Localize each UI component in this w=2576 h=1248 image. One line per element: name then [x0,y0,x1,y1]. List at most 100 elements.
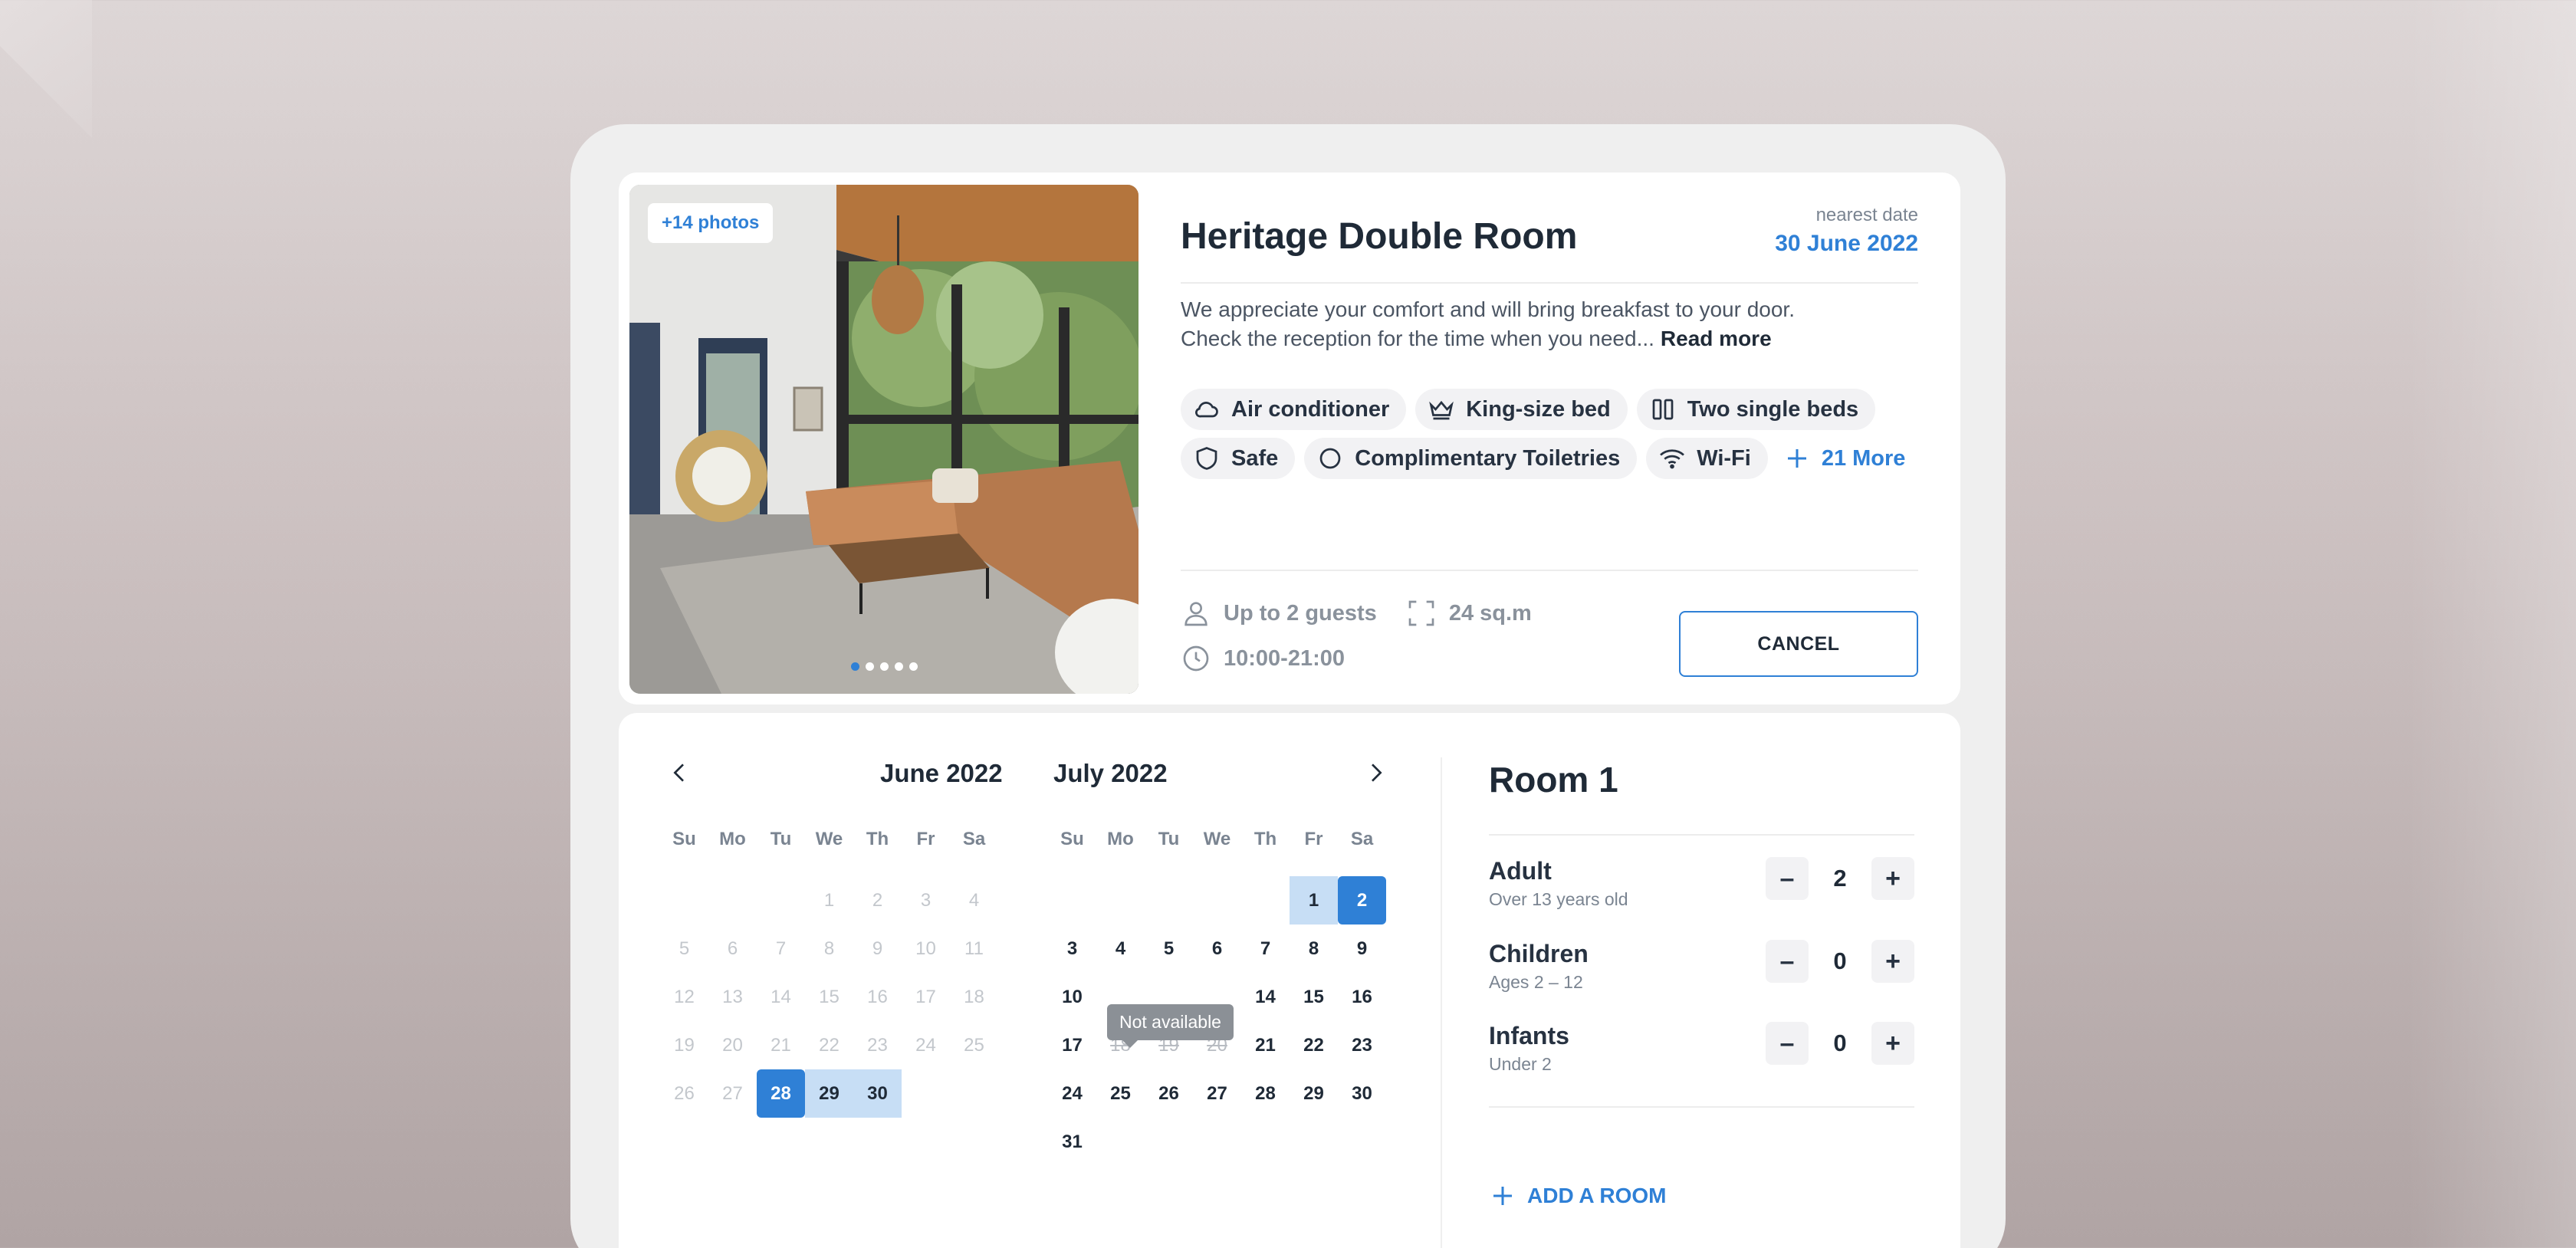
calendar-day: 6 [727,938,738,959]
calendar-day: 14 [770,986,791,1007]
user-icon [1184,602,1208,626]
weekday-label: Sa [962,829,986,849]
calendar-day[interactable]: 6 [1193,925,1241,973]
amenity-toiletries: Complimentary Toiletries [1304,438,1638,479]
next-month-button[interactable] [1359,756,1392,790]
more-amenities-link[interactable]: 21 More [1777,438,1923,479]
calendar-day[interactable]: 22 [1290,1021,1338,1069]
beds-icon [1652,399,1674,420]
capacity-info: Up to 2 guests 24 sq.m [1181,598,1532,629]
month-title-july: July 2022 [1053,759,1168,787]
divider [1181,570,1918,571]
calendar-day[interactable]: 29 [805,1069,853,1118]
guest-count: 2 [1833,865,1847,892]
nearest-date: 30 June 2022 [1775,231,1918,256]
increment-button[interactable]: + [1871,1022,1914,1065]
calendar-day: 5 [678,938,690,959]
photo-count-badge[interactable]: +14 photos [648,203,774,243]
calendar-day[interactable]: 30 [853,1069,902,1118]
amenity-label: Two single beds [1687,396,1859,422]
decrement-button[interactable]: – [1766,1022,1809,1065]
calendar-day: 19 [674,1034,695,1056]
room-card: +14 photos Heritage Double Room nearest … [619,172,1960,704]
room-title: Heritage Double Room [1181,216,1578,257]
room-info: Heritage Double Room nearest date 30 Jun… [1181,172,1918,704]
increment-button[interactable]: + [1871,857,1914,900]
calendar-day: 27 [722,1082,743,1104]
crown-icon [1429,400,1454,420]
chevron-right-icon [1372,764,1382,782]
calendar-day[interactable]: 30 [1338,1069,1386,1118]
guest-label: Infants [1489,1022,1569,1049]
calendar-day[interactable]: 31 [1048,1118,1096,1166]
guests-text: Up to 2 guests [1224,600,1377,626]
pagination-dot[interactable] [865,662,874,671]
increment-button[interactable]: + [1871,940,1914,983]
calendar-day[interactable]: 25 [1096,1069,1145,1118]
weekday-label: We [1203,829,1231,849]
room-photo[interactable]: +14 photos [629,185,1138,694]
calendar-day[interactable]: 29 [1290,1069,1338,1118]
calendar-day[interactable]: 27 [1193,1069,1241,1118]
calendar-day[interactable]: 8 [1290,925,1338,973]
calendar-day[interactable]: 2 [1338,876,1386,925]
guest-stepper: –0 + [1766,940,1914,983]
hours-text: 10:00-21:00 [1224,645,1345,671]
calendar-day[interactable]: 7 [1241,925,1290,973]
description-line: Check the reception for the time when yo… [1181,324,1840,353]
pagination-dot[interactable] [909,662,918,671]
plus-icon [1787,449,1806,468]
amenity-safe: Safe [1181,438,1296,479]
calendar-day[interactable]: 16 [1338,973,1386,1021]
weekday-label: Fr [1304,829,1323,849]
calendar-day[interactable]: 15 [1290,973,1338,1021]
guest-sublabel: Ages 2 – 12 [1489,972,1583,992]
calendar-day[interactable]: 4 [1096,925,1145,973]
calendar-day[interactable]: 5 [1145,925,1193,973]
amenity-king-size-bed: King-size bed [1415,389,1628,430]
calendar-day[interactable]: 24 [1048,1069,1096,1118]
calendar-day[interactable]: 14 [1241,973,1290,1021]
decrement-button[interactable]: – [1766,857,1809,900]
calendar-day: 11 [964,938,984,959]
calendar-day[interactable]: 28 [1241,1069,1290,1118]
amenity-air-conditioner: Air conditioner [1181,389,1407,430]
calendar-day[interactable]: 9 [1338,925,1386,973]
calendar-day: 21 [770,1034,791,1056]
shield-icon [1196,447,1217,470]
calendar-day[interactable]: 21 [1241,1021,1290,1069]
guests-panel: Room 1 Adult Over 13 years old –2 + Children… [1489,713,1914,1248]
background-light [2407,0,2576,1248]
calendar-day[interactable]: 1 [1290,876,1338,925]
calendar-day[interactable]: 26 [1145,1069,1193,1118]
calendar-day[interactable]: 28 [757,1069,805,1118]
room-name: Room 1 [1489,760,1618,800]
nearest-date-label: nearest date [1815,205,1918,225]
calendar-day: 23 [867,1034,888,1056]
calendar-day: 24 [915,1034,936,1056]
cancel-button[interactable]: CANCEL [1679,611,1918,677]
calendar-day: 26 [674,1082,695,1104]
weekday-label: Sa [1350,829,1374,849]
calendar-day[interactable]: 17 [1048,1021,1096,1069]
calendar-day: 8 [823,938,835,959]
add-room-button[interactable]: ADD A ROOM [1489,1182,1666,1210]
calendar-day[interactable]: 10 [1048,973,1096,1021]
amenity-label: Safe [1231,445,1279,471]
circle-icon [1319,448,1341,469]
pagination-dot[interactable] [879,662,889,671]
cloud-icon [1195,402,1218,418]
calendar-day[interactable]: 3 [1048,925,1096,973]
pagination-dot[interactable] [850,662,859,671]
pagination-dot[interactable] [894,662,903,671]
calendar-day: 17 [915,986,936,1007]
decrement-button[interactable]: – [1766,940,1809,983]
hours-info: 10:00-21:00 [1181,643,1345,674]
read-more-link[interactable]: Read more [1661,327,1772,350]
weekday-label: Su [672,829,696,849]
prev-month-button[interactable] [663,756,697,790]
weekday-label: Th [866,829,889,849]
divider [1181,282,1918,284]
amenity-label: Wi-Fi [1697,445,1751,471]
calendar-day[interactable]: 23 [1338,1021,1386,1069]
